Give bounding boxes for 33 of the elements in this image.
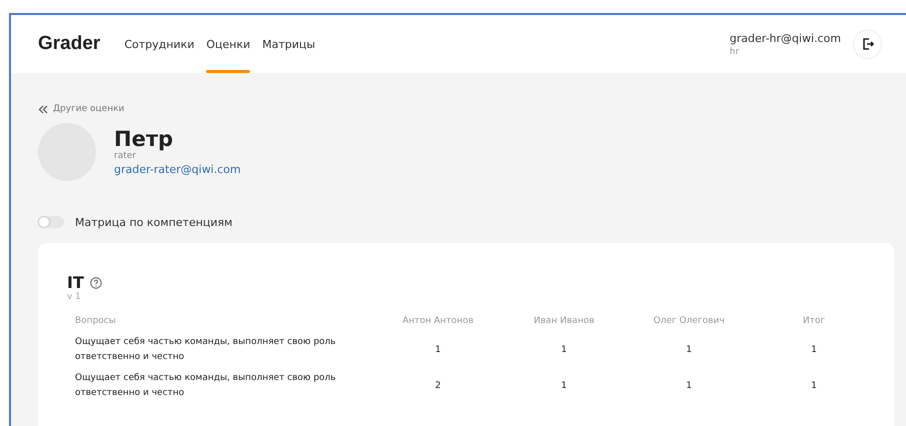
score-cell-text: 1 bbox=[434, 344, 442, 357]
user-role: hr bbox=[730, 46, 740, 56]
matrix-title: IT bbox=[67, 273, 84, 292]
profile-name: Петр bbox=[114, 127, 174, 151]
logout-button[interactable] bbox=[853, 30, 882, 58]
score-cell-text: 1 bbox=[810, 380, 818, 393]
score-cell-text: 1 bbox=[560, 344, 568, 357]
logout-icon bbox=[860, 37, 874, 51]
column-header: Антон Антонов bbox=[401, 315, 475, 328]
question-cell-text: Ощущает себя частью команды, выполняет свою роль ответственно и честно bbox=[75, 372, 337, 400]
logo: Grader bbox=[38, 33, 100, 55]
score-cell-text: 1 bbox=[685, 344, 693, 357]
score-cell-text: 1 bbox=[810, 344, 818, 357]
help-icon[interactable] bbox=[90, 276, 102, 288]
profile-email-link[interactable]: grader-rater@qiwi.com bbox=[114, 163, 241, 176]
toggle-label: Матрица по компетенциям bbox=[75, 216, 232, 228]
score-cell-text: 1 bbox=[560, 380, 568, 393]
column-header: Иван Иванов bbox=[532, 315, 596, 328]
nav-tab[interactable]: Оценки bbox=[204, 15, 252, 73]
question-cell-text: Ощущает себя частью команды, выполняет свою роль ответственно и честно bbox=[75, 336, 337, 364]
profile-role: rater bbox=[114, 151, 137, 161]
toggle-switch[interactable] bbox=[38, 216, 64, 228]
matrix-version: v 1 bbox=[67, 292, 82, 302]
score-cell-text: 1 bbox=[685, 380, 693, 393]
column-header: Олег Олегович bbox=[652, 315, 726, 328]
user-email: grader-hr@qiwi.com bbox=[730, 32, 841, 44]
score-cell-text: 2 bbox=[434, 380, 442, 393]
column-header: Вопросы bbox=[75, 315, 117, 328]
back-link[interactable]: Другие оценки bbox=[38, 104, 906, 114]
nav-tab[interactable]: Сотрудники bbox=[122, 15, 196, 73]
double-chevron-icon bbox=[38, 104, 48, 114]
nav-tab[interactable]: Матрицы bbox=[260, 15, 318, 73]
column-header: Итог bbox=[802, 315, 826, 328]
